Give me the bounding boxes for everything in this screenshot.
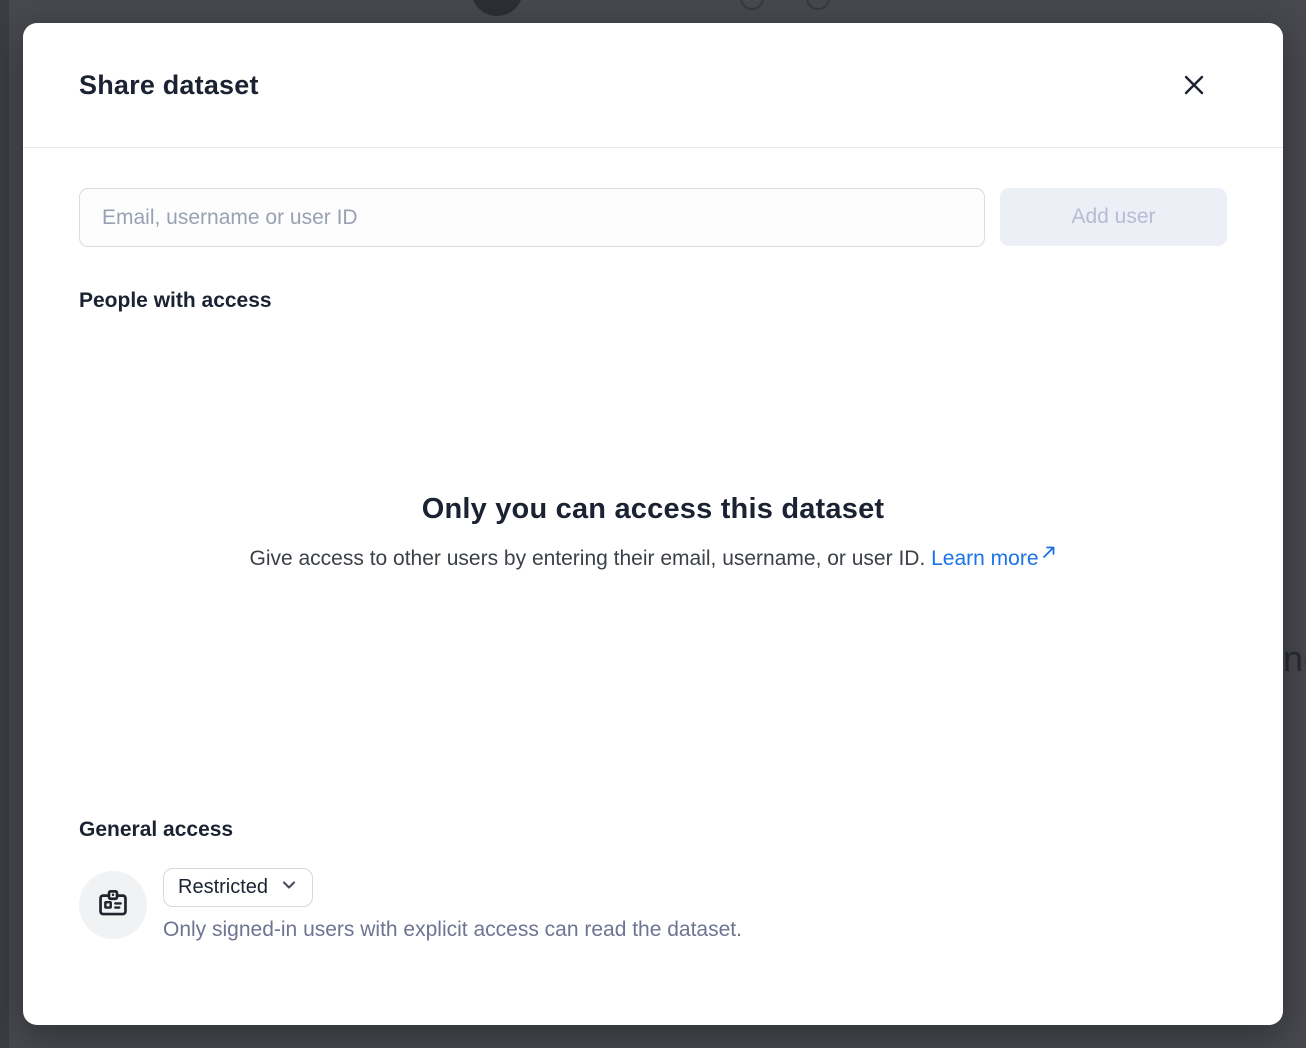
learn-more-link[interactable]: Learn more bbox=[931, 544, 1056, 574]
background-page-text: ne bbox=[1283, 638, 1306, 680]
general-access-heading: General access bbox=[79, 818, 233, 842]
general-access-description: Only signed-in users with explicit acces… bbox=[163, 918, 742, 942]
background-artifact bbox=[806, 0, 830, 10]
empty-state: Only you can access this dataset Give ac… bbox=[23, 493, 1283, 574]
user-search-input[interactable] bbox=[79, 188, 985, 247]
background-artifact bbox=[740, 0, 764, 10]
general-access-selected-option: Restricted bbox=[178, 876, 268, 899]
background-page-edge bbox=[0, 0, 9, 1048]
empty-state-title: Only you can access this dataset bbox=[23, 493, 1283, 526]
background-avatar bbox=[471, 0, 523, 16]
close-icon bbox=[1181, 72, 1207, 98]
people-with-access-heading: People with access bbox=[79, 289, 272, 313]
share-dataset-dialog: Share dataset Add user People with acces… bbox=[23, 23, 1283, 1025]
empty-state-description-text: Give access to other users by entering t… bbox=[249, 547, 925, 570]
chevron-down-icon bbox=[280, 876, 298, 900]
general-access-dropdown[interactable]: Restricted bbox=[163, 868, 313, 907]
general-access-avatar bbox=[79, 871, 147, 939]
learn-more-label: Learn more bbox=[931, 547, 1038, 571]
arrow-up-right-icon bbox=[1041, 544, 1057, 574]
dialog-header: Share dataset bbox=[23, 23, 1283, 148]
empty-state-description: Give access to other users by entering t… bbox=[23, 544, 1283, 574]
add-user-button[interactable]: Add user bbox=[1000, 188, 1227, 246]
id-badge-icon bbox=[96, 886, 130, 925]
close-button[interactable] bbox=[1177, 68, 1211, 102]
add-user-row: Add user bbox=[79, 188, 1227, 247]
dialog-title: Share dataset bbox=[79, 70, 259, 101]
